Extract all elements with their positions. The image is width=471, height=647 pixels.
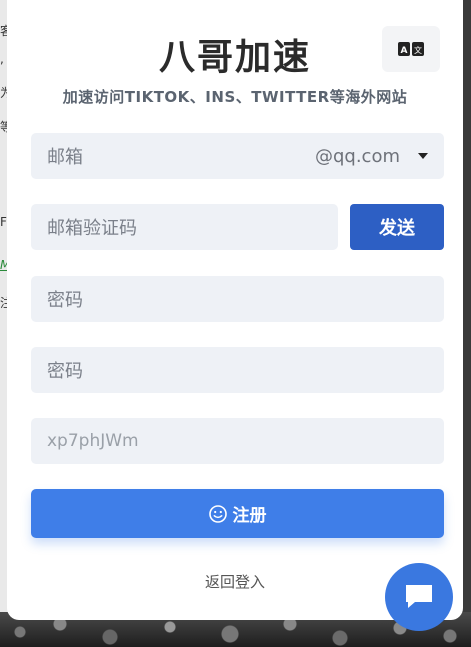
caret-down-icon [418, 153, 428, 159]
verification-code-field[interactable]: 邮箱验证码 [31, 204, 338, 250]
email-domain-select[interactable]: @qq.com [315, 146, 428, 167]
chat-button[interactable] [385, 563, 453, 631]
verification-code-placeholder: 邮箱验证码 [47, 218, 137, 239]
email-field[interactable]: 邮箱 @qq.com [31, 133, 444, 179]
smile-icon [208, 504, 227, 523]
svg-text:文: 文 [414, 45, 422, 55]
chat-icon [406, 585, 432, 608]
confirm-password-placeholder: 密码 [47, 361, 83, 382]
email-domain-value: @qq.com [314, 145, 400, 167]
register-button[interactable]: 注册 [31, 489, 444, 538]
password-field[interactable]: 密码 [31, 276, 444, 322]
page-subtitle: 加速访问TIKTOK、INS、TWITTER等海外网站 [62, 88, 408, 106]
translate-icon: A 文 [398, 42, 424, 56]
email-placeholder: 邮箱 [47, 147, 83, 168]
send-code-button[interactable]: 发送 [350, 204, 444, 250]
svg-text:A: A [401, 46, 408, 56]
register-modal: 八哥加速 A 文 加速访问TIKTOK、INS、TWITTER等海外网站 邮箱 … [7, 0, 463, 620]
language-toggle-button[interactable]: A 文 [382, 26, 440, 72]
captcha-field[interactable]: xp7phJWm [31, 418, 444, 464]
confirm-password-field[interactable]: 密码 [31, 347, 444, 393]
captcha-value: xp7phJWm [47, 431, 139, 451]
password-placeholder: 密码 [47, 290, 83, 311]
register-label: 注册 [232, 506, 267, 526]
